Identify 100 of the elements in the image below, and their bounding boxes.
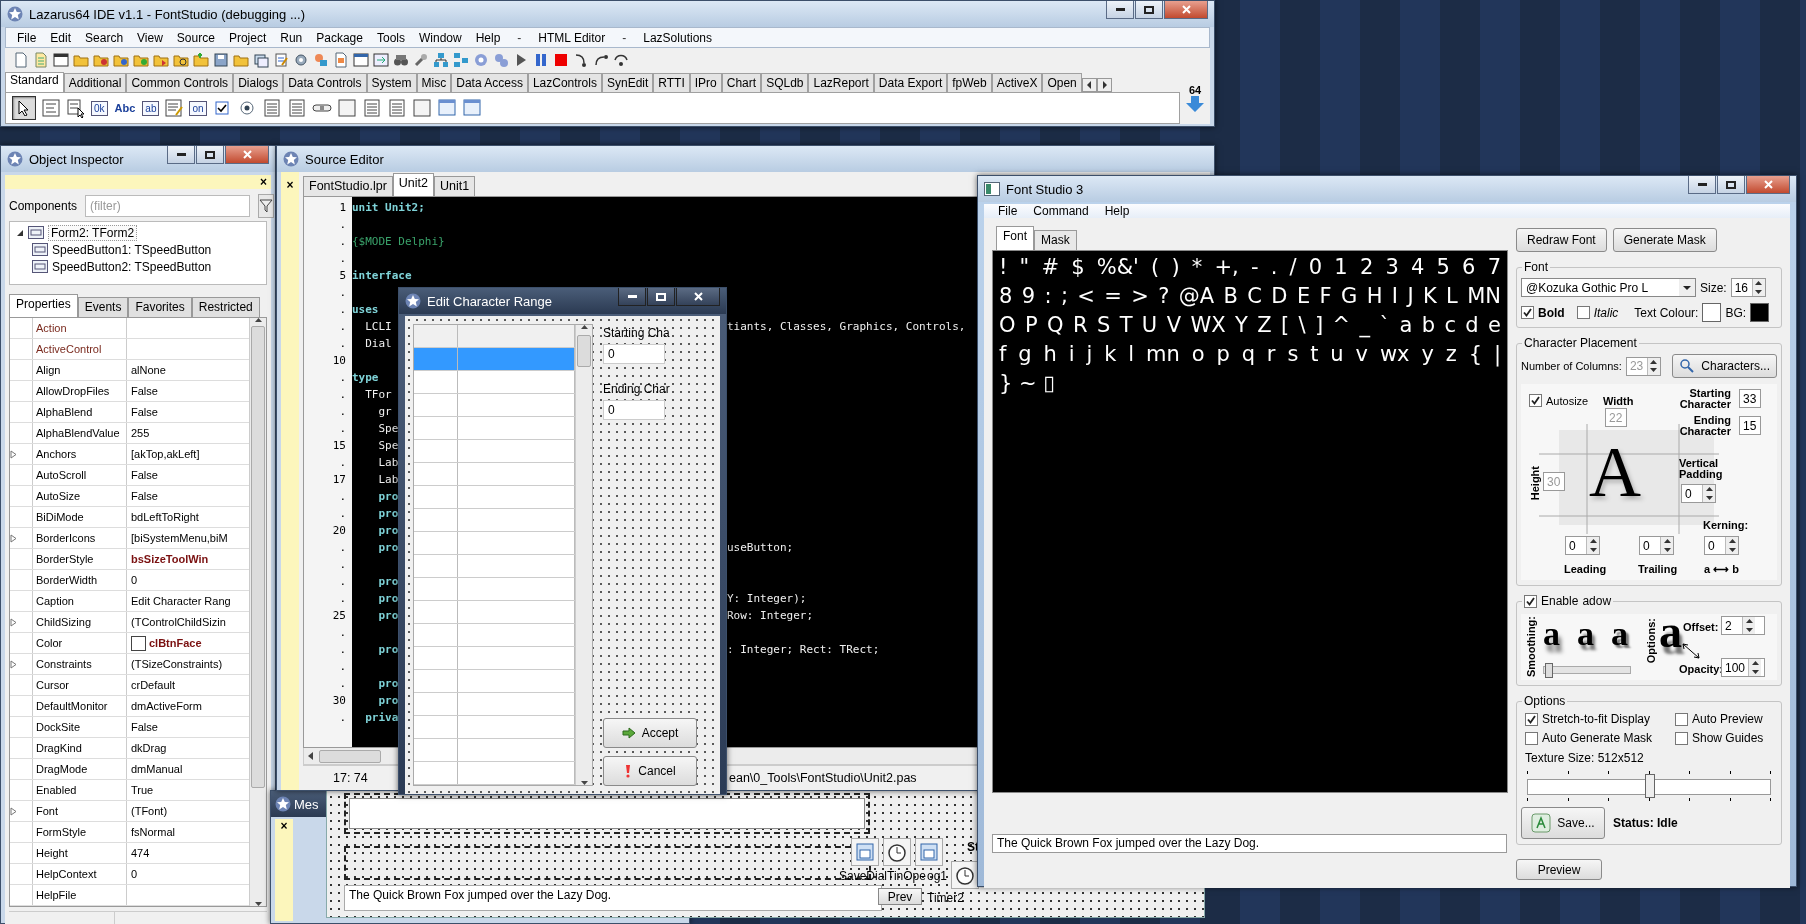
menu-item[interactable]: Edit — [43, 30, 79, 45]
close-button[interactable]: × — [260, 175, 267, 189]
binoculars-icon[interactable] — [393, 52, 409, 68]
spin-field[interactable]: 33 — [1739, 389, 1761, 408]
menu-item[interactable]: Search — [78, 30, 131, 45]
minimize-button[interactable] — [1688, 176, 1716, 194]
stopwatch-icon[interactable] — [951, 861, 979, 889]
tab[interactable]: Mask — [1034, 230, 1077, 250]
editor-tab[interactable]: FontStudio.lpr — [303, 176, 393, 196]
checkbox[interactable] — [1525, 731, 1538, 745]
list-icon[interactable] — [286, 98, 307, 118]
filter-field[interactable]: (filter) — [85, 195, 251, 217]
component-icon[interactable]: 0k — [91, 100, 108, 116]
scroll-down-icon[interactable] — [254, 902, 262, 906]
color-swatch[interactable] — [1750, 303, 1770, 322]
memo-field[interactable] — [344, 793, 870, 834]
close-button[interactable] — [676, 288, 720, 306]
save-button[interactable]: Save... — [1521, 807, 1605, 839]
menu-item[interactable]: File — [10, 30, 44, 45]
tab[interactable]: Properties — [9, 294, 78, 317]
slider-thumb[interactable] — [1545, 663, 1554, 678]
palette-tab[interactable]: System — [366, 73, 417, 92]
tab[interactable]: Events — [77, 297, 129, 317]
spin-field[interactable]: 15 — [1739, 416, 1761, 435]
slider-thumb[interactable] — [1645, 774, 1655, 798]
maximize-button[interactable] — [647, 288, 675, 306]
step-icon[interactable] — [573, 52, 589, 68]
palette-tab[interactable]: Standard — [5, 72, 64, 92]
scrollbar[interactable] — [249, 318, 266, 906]
spin-field[interactable]: 0 — [1681, 484, 1716, 503]
list-icon[interactable] — [361, 98, 382, 118]
scroll-up-icon[interactable] — [254, 318, 262, 322]
menu-item[interactable]: View — [130, 30, 170, 45]
menu-item[interactable]: Help — [1096, 204, 1138, 218]
menu-item[interactable]: LazSolutions — [636, 30, 719, 45]
palette-tab[interactable]: ActiveX — [991, 73, 1043, 92]
start-field[interactable]: 0 — [603, 344, 665, 364]
palette-tab[interactable]: Open — [1042, 73, 1082, 92]
characters-button[interactable]: Characters... — [1672, 354, 1777, 378]
tab[interactable]: Restricted — [191, 297, 260, 317]
color-swatch[interactable] — [1702, 303, 1722, 322]
menu-item[interactable]: Project — [221, 30, 274, 45]
maximize-button[interactable] — [196, 146, 224, 164]
texture-slider[interactable] — [1527, 771, 1771, 801]
scroll-arrows-icon[interactable] — [1081, 78, 1112, 92]
spin-field[interactable]: 0 — [1565, 536, 1600, 555]
close-button[interactable]: × — [280, 819, 288, 833]
menu-icon[interactable] — [41, 98, 61, 118]
window-icon[interactable] — [353, 52, 369, 68]
sample-text-field[interactable]: The Quick Brown Fox jumped over the Lazy Dog. — [992, 834, 1507, 853]
step-icon[interactable] — [593, 52, 609, 68]
font-dropdown[interactable]: @Kozuka Gothic Pro L — [1521, 278, 1696, 297]
gear-icon[interactable] — [293, 52, 309, 68]
checkbox[interactable] — [1525, 712, 1538, 726]
menu-item[interactable]: Source — [169, 30, 222, 45]
preview-button[interactable]: Preview — [1516, 859, 1602, 880]
network-icon[interactable] — [433, 52, 449, 68]
scrollbar-thumb[interactable] — [319, 749, 381, 763]
palette-tab[interactable]: Additional — [63, 73, 127, 92]
action-button[interactable]: Redraw Font — [1516, 228, 1607, 252]
tab[interactable]: Favorites — [128, 297, 192, 317]
menu-item[interactable]: Command — [1025, 204, 1097, 218]
scrollbar-thumb[interactable] — [251, 326, 265, 788]
maximize-button[interactable] — [1717, 176, 1745, 194]
spin-field[interactable]: 0 — [1704, 536, 1739, 555]
spin-field[interactable]: 2 — [1721, 616, 1765, 635]
palette-tab[interactable]: Dialogs — [233, 73, 284, 92]
menu-item[interactable]: HTML Editor — [531, 30, 613, 45]
scroll-up-icon[interactable] — [580, 325, 588, 329]
down-arrow-icon[interactable] — [1185, 96, 1205, 112]
memo-icon[interactable] — [164, 98, 185, 118]
spin-field[interactable]: 0 — [1639, 536, 1674, 555]
window-icon[interactable] — [53, 52, 69, 68]
list-icon[interactable] — [386, 98, 407, 118]
gear-icon[interactable] — [473, 52, 489, 68]
palette-tab[interactable]: SynEdit — [601, 73, 654, 92]
palette-tab[interactable]: Misc — [416, 73, 452, 92]
palette-tab[interactable]: Data Controls — [283, 73, 367, 92]
maximize-button[interactable] — [1135, 1, 1163, 19]
preview-button[interactable]: Prev — [878, 888, 922, 905]
editor-tab[interactable]: Unit2 — [392, 173, 434, 196]
tree-item[interactable]: SpeedButton2: TSpeedButton — [52, 259, 212, 274]
pointer-tool[interactable] — [12, 96, 36, 120]
network-icon[interactable] — [453, 52, 469, 68]
checkbox[interactable] — [1529, 394, 1542, 407]
action-button[interactable]: Generate Mask — [1612, 228, 1717, 252]
scrollbar-thumb[interactable] — [577, 335, 591, 367]
tree-item[interactable]: Form2: TForm2 — [48, 224, 138, 241]
tab[interactable]: Font — [996, 226, 1034, 250]
component-icon[interactable]: ab — [142, 100, 160, 116]
minimize-button[interactable] — [1106, 1, 1134, 19]
checkbox[interactable] — [1675, 712, 1688, 726]
expand-arrow-icon[interactable] — [16, 228, 24, 237]
palette-tab[interactable]: Data Export — [873, 73, 948, 92]
palette-tab[interactable]: fpWeb — [947, 73, 992, 92]
folder-icon[interactable] — [113, 52, 129, 68]
spin-field[interactable]: 100 — [1721, 658, 1765, 677]
cancel-button[interactable]: Cancel — [603, 756, 697, 786]
popup-menu-icon[interactable] — [66, 98, 86, 118]
palette-tab[interactable]: IPro — [689, 73, 722, 92]
